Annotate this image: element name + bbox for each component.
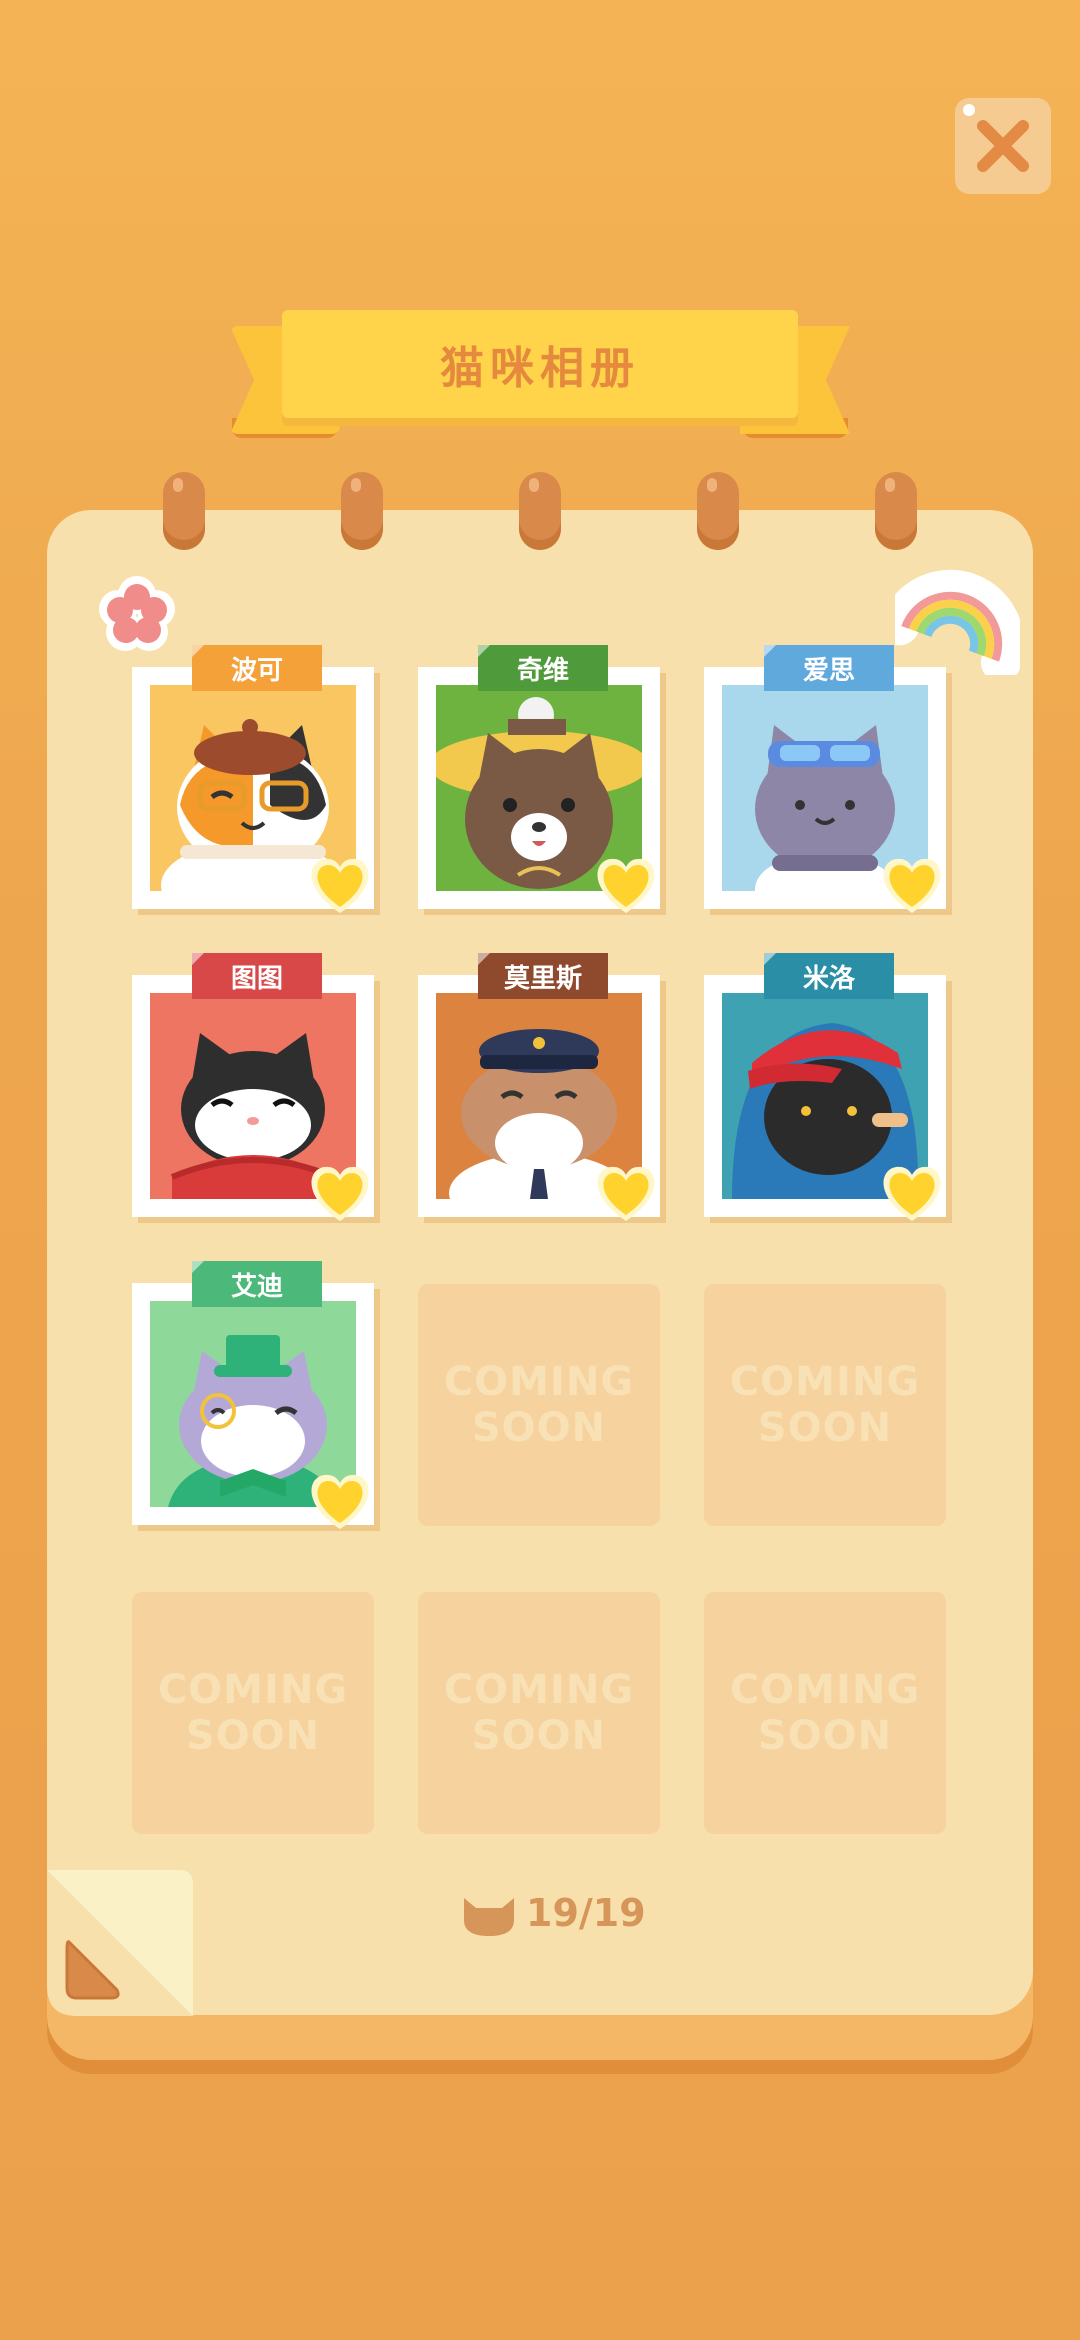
- cat-card-aisi[interactable]: 爱思: [704, 645, 946, 913]
- cat-card-boke[interactable]: 波可: [132, 645, 374, 913]
- cat-name-tag: 图图: [192, 953, 322, 999]
- cat-head-icon: [464, 1898, 514, 1936]
- heart-icon: [597, 858, 655, 913]
- heart-icon: [311, 858, 369, 913]
- cat-card-aidi[interactable]: 艾迪: [132, 1261, 374, 1529]
- heart-icon: [311, 1474, 369, 1529]
- binder-ring: [341, 472, 383, 550]
- coming-soon-slot: COMING SOON: [704, 1592, 946, 1834]
- binder-ring: [697, 472, 739, 550]
- page-turn-corner[interactable]: [47, 1870, 193, 2016]
- binder-ring: [875, 472, 917, 550]
- cat-name-tag: 艾迪: [192, 1261, 322, 1307]
- counter-text: 19/19: [526, 1891, 646, 1935]
- close-button-shine: [963, 104, 975, 116]
- cat-card-qiwei[interactable]: 奇维: [418, 645, 660, 913]
- coming-soon-slot: COMING SOON: [132, 1592, 374, 1834]
- close-button[interactable]: [955, 98, 1051, 194]
- cat-name-tag: 波可: [192, 645, 322, 691]
- heart-icon: [597, 1166, 655, 1221]
- cat-card-milo[interactable]: 米洛: [704, 953, 946, 1221]
- coming-soon-slot: COMING SOON: [418, 1284, 660, 1526]
- close-icon: [977, 120, 1029, 172]
- coming-soon-slot: COMING SOON: [704, 1284, 946, 1526]
- flower-sticker-icon: [99, 576, 175, 651]
- title-banner: 猫咪相册: [230, 310, 850, 440]
- coming-soon-slot: COMING SOON: [418, 1592, 660, 1834]
- page-title: 猫咪相册: [440, 343, 640, 394]
- cat-card-morris[interactable]: 莫里斯: [418, 953, 660, 1221]
- rainbow-sticker-icon: [895, 569, 1020, 675]
- cat-name-tag: 爱思: [764, 645, 894, 691]
- heart-icon: [311, 1166, 369, 1221]
- binder-ring: [519, 472, 561, 550]
- cat-card-tutu[interactable]: 图图: [132, 953, 374, 1221]
- heart-icon: [883, 858, 941, 913]
- cat-name-tag: 莫里斯: [478, 953, 608, 999]
- cat-collection-counter: 19/19: [460, 1883, 646, 1943]
- cat-name-tag: 米洛: [764, 953, 894, 999]
- cat-name-tag: 奇维: [478, 645, 608, 691]
- binder-ring: [163, 472, 205, 550]
- heart-icon: [883, 1166, 941, 1221]
